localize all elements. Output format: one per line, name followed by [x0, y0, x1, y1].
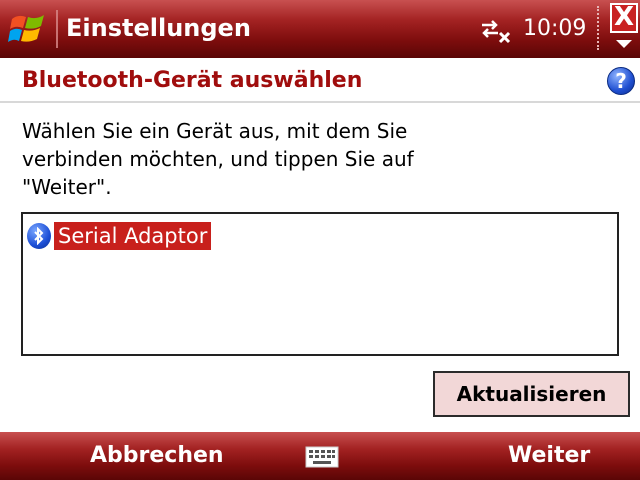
chevron-down-icon[interactable]	[616, 40, 632, 48]
list-item-label[interactable]: Serial Adaptor	[54, 222, 212, 250]
instructions-line: Wählen Sie ein Gerät aus, mit dem Sie	[22, 119, 408, 143]
device-list[interactable]: Serial Adaptor	[21, 212, 619, 356]
title-separator	[56, 10, 58, 48]
help-icon[interactable]: ?	[607, 67, 635, 95]
clock[interactable]: 10:09	[523, 16, 586, 41]
title-separator-right	[597, 6, 601, 50]
windows-flag-icon[interactable]	[8, 11, 48, 47]
bluetooth-icon	[27, 223, 51, 249]
connectivity-icon[interactable]	[478, 15, 512, 45]
refresh-button[interactable]: Aktualisieren	[433, 371, 630, 417]
close-icon[interactable]: X	[610, 3, 638, 33]
next-softkey[interactable]: Weiter	[508, 443, 590, 468]
close-button[interactable]: X	[608, 0, 640, 58]
keyboard-icon[interactable]	[305, 446, 339, 468]
page-title: Bluetooth-Gerät auswählen	[22, 68, 363, 93]
title-bar: Einstellungen 10:09 X	[0, 0, 640, 58]
cancel-softkey[interactable]: Abbrechen	[90, 443, 224, 468]
page-header: Bluetooth-Gerät auswählen ?	[0, 58, 640, 103]
softkey-bar: Abbrechen Weiter	[0, 432, 640, 480]
window-title: Einstellungen	[66, 14, 251, 42]
instructions-text: Wählen Sie ein Gerät aus, mit dem Sie ve…	[22, 117, 422, 201]
instructions-line: "Weiter".	[22, 175, 112, 199]
list-item[interactable]: Serial Adaptor	[27, 222, 212, 250]
instructions-line: verbinden möchten, und tippen Sie auf	[22, 147, 414, 171]
